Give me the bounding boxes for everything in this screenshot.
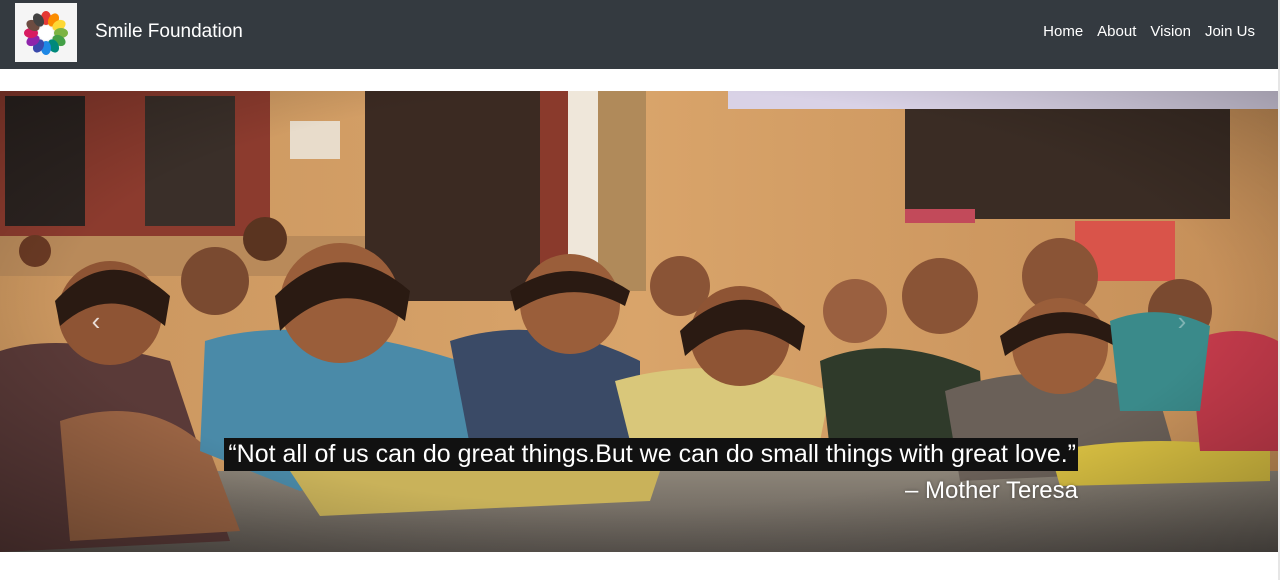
hero-carousel: ‹ › “Not all of us can do great things.B… [0,91,1278,552]
nav-about-link[interactable]: About [1097,23,1136,40]
nav-join-us-link[interactable]: Join Us [1205,23,1255,40]
nav-home-link[interactable]: Home [1043,23,1083,40]
quote-author: – Mother Teresa [905,477,1078,504]
carousel-prev-button[interactable]: ‹ [76,296,116,346]
navbar: Smile Foundation Home About Vision Join … [0,0,1278,69]
carousel-caption: “Not all of us can do great things.But w… [0,438,1078,505]
chevron-left-icon: ‹ [91,305,101,336]
main-nav: Home About Vision Join Us [1043,23,1255,40]
nav-vision-link[interactable]: Vision [1150,23,1191,40]
quote-text: “Not all of us can do great things.But w… [224,438,1078,471]
flower-logo-icon [24,10,68,55]
carousel-next-button[interactable]: › [1162,296,1202,346]
brand-link[interactable]: Smile Foundation [95,21,243,43]
chevron-right-icon: › [1177,305,1187,336]
logo[interactable] [15,3,77,62]
